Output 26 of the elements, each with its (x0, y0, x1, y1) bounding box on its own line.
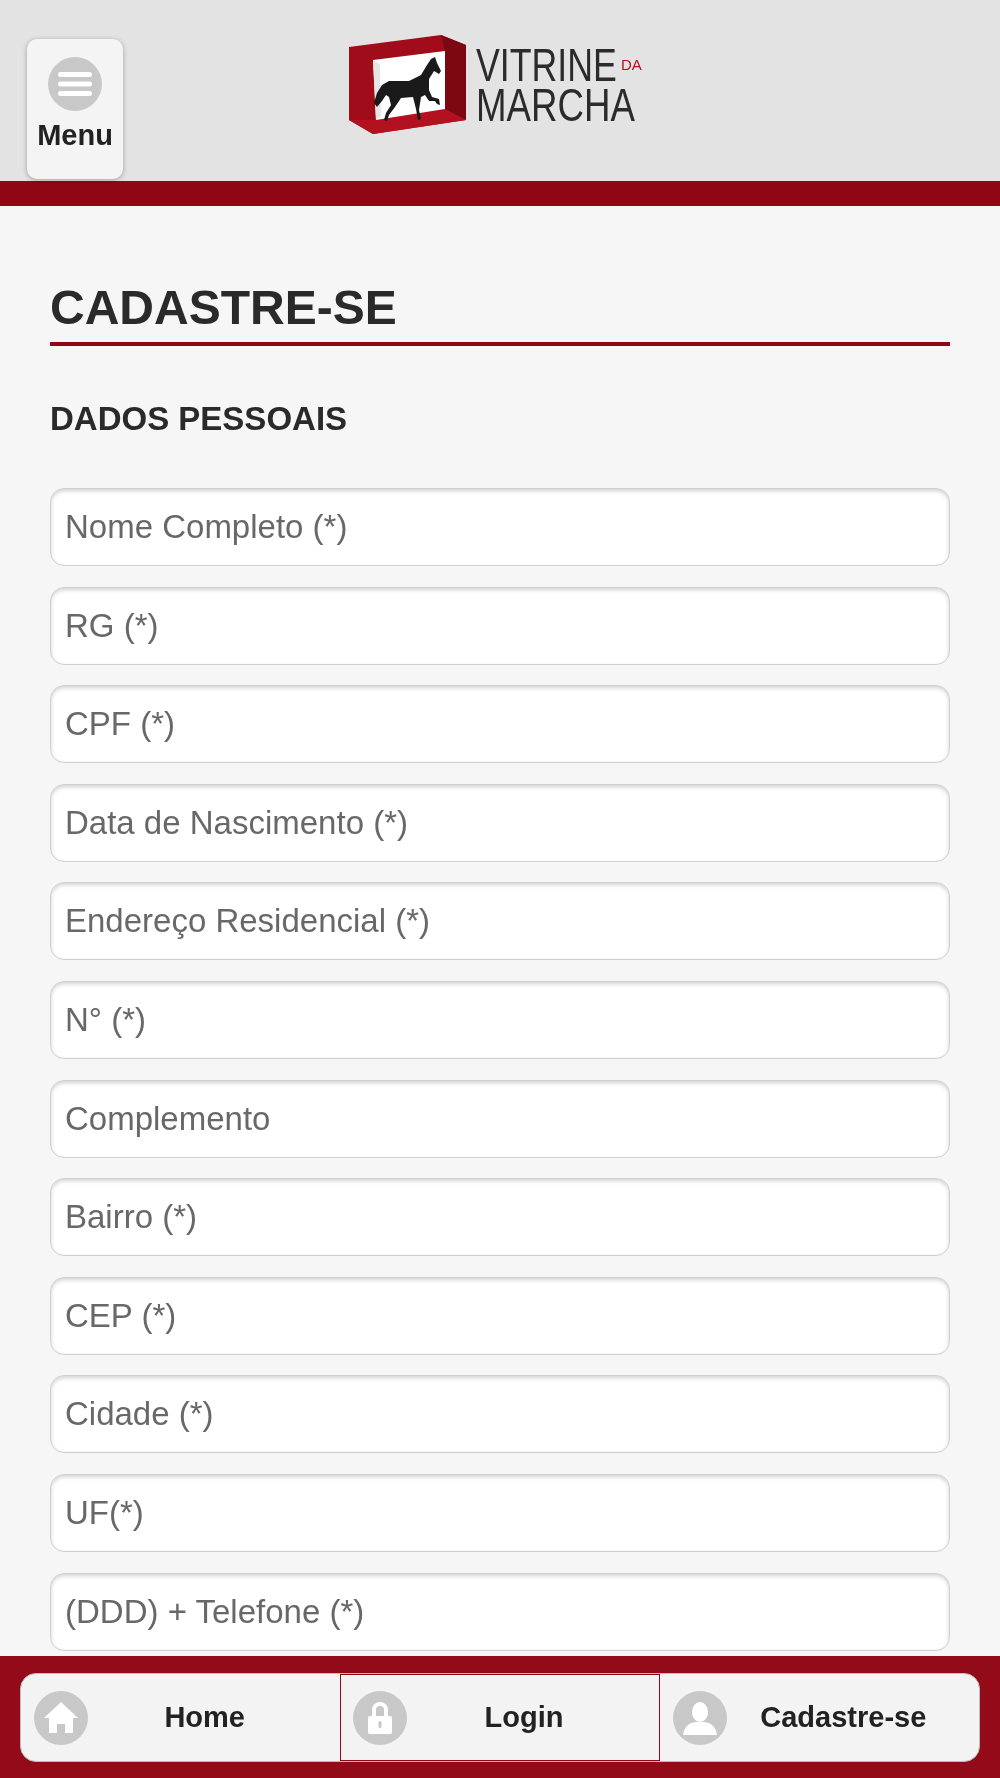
logo-title-top: VITRINE (476, 45, 617, 85)
person-icon (672, 1690, 727, 1745)
page-title: CADASTRE-SE (50, 284, 950, 346)
input-field[interactable]: CEP (*) (50, 1276, 950, 1355)
input-field[interactable]: Complemento (50, 1079, 950, 1158)
nav-tab[interactable]: Cadastre-se (659, 1674, 979, 1761)
house-icon (34, 1690, 88, 1745)
menu-button[interactable]: Menu (27, 39, 123, 179)
nav-tab[interactable]: Home (21, 1674, 341, 1761)
logo-small-word: DA (621, 57, 642, 73)
input-field[interactable]: UF(*) (50, 1473, 950, 1552)
input-field[interactable]: Nome Completo (*) (50, 488, 950, 566)
nav-tab[interactable]: Login (340, 1674, 660, 1761)
menu-icon (48, 57, 102, 111)
horse-box-icon (349, 35, 466, 134)
section-heading: DADOS PESSOAIS (50, 402, 348, 435)
input-field[interactable]: Bairro (*) (50, 1178, 950, 1257)
input-field[interactable]: Endereço Residencial (*) (50, 882, 950, 961)
input-field[interactable]: RG (*) (50, 586, 950, 665)
input-field[interactable]: Cidade (*) (50, 1375, 950, 1454)
input-field[interactable]: CPF (*) (50, 685, 950, 764)
input-field[interactable]: Data de Nascimento (*) (50, 783, 950, 862)
input-field[interactable]: (DDD) + Telefone (*) (50, 1572, 950, 1651)
lock-icon (353, 1690, 408, 1745)
input-field[interactable]: N° (*) (50, 980, 950, 1059)
logo-title-bottom: MARCHA (476, 85, 636, 125)
